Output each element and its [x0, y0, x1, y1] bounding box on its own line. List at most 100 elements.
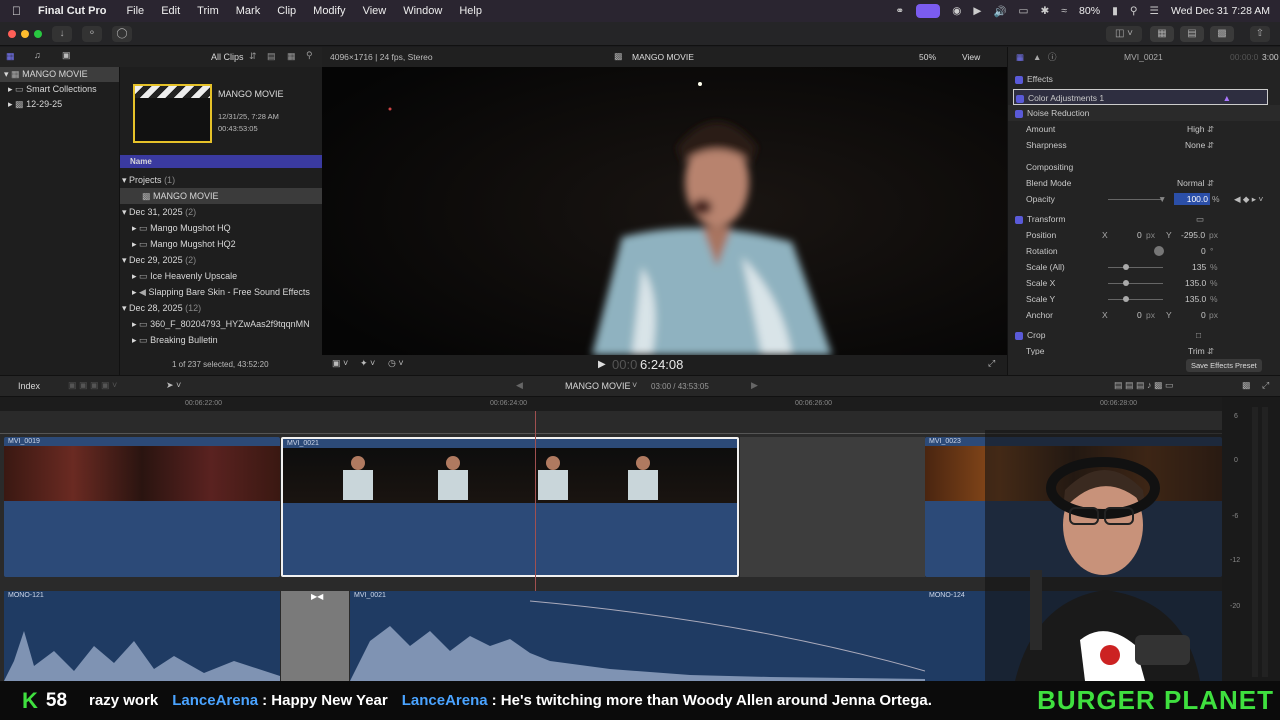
menu-modify[interactable]: Modify — [313, 5, 345, 17]
wifi-icon[interactable]: ≈ — [1061, 5, 1067, 17]
list-item[interactable]: ▸ ▭ 360_F_80204793_HYZwAas2f9tqqnMN — [120, 316, 322, 332]
color-wheel-icon[interactable]: ▲ — [1223, 90, 1231, 106]
audio-meter-icon[interactable]: ⤢ — [1262, 380, 1269, 391]
scale-x-slider[interactable] — [1108, 283, 1163, 284]
opacity-slider[interactable] — [1108, 199, 1163, 200]
checkbox[interactable] — [1015, 331, 1023, 340]
scale-x-field[interactable]: 135.0 — [1185, 275, 1206, 291]
group-dec29[interactable]: ▾ Dec 29, 2025 (2) — [120, 252, 322, 268]
checkbox[interactable] — [1015, 75, 1023, 84]
keywords-icon[interactable]: ⚬ — [82, 26, 102, 42]
column-header-name[interactable]: Name — [120, 155, 322, 168]
filter-chevron-icon[interactable]: ⇵ — [249, 51, 257, 62]
effects-section[interactable]: Effects — [1008, 71, 1280, 87]
rotation-dial[interactable] — [1154, 246, 1164, 256]
video-viewer[interactable] — [322, 67, 1007, 355]
slider-knob[interactable] — [1123, 296, 1129, 302]
effect-noise-reduction[interactable]: Noise Reduction — [1008, 105, 1280, 121]
video-inspector-icon[interactable]: ▦ — [1016, 49, 1024, 65]
share-icon[interactable]: ⇧ — [1250, 26, 1270, 42]
video-clip[interactable]: MVI_0019 — [4, 437, 280, 577]
list-item[interactable]: ▸ ◀ Slapping Bare Skin - Free Sound Effe… — [120, 284, 322, 300]
anchor-y-field[interactable]: 0 — [1201, 307, 1206, 323]
opacity-field[interactable]: 100.0 — [1174, 193, 1210, 205]
zoom-menu[interactable]: 50% — [919, 52, 936, 62]
index-button[interactable]: Index — [18, 381, 40, 391]
menu-window[interactable]: Window — [403, 5, 442, 17]
timecode-display[interactable]: 6:24:08 — [640, 357, 683, 372]
list-item[interactable]: ▸ ▭ Mango Mugshot HQ2 — [120, 236, 322, 252]
slider-knob[interactable] — [1123, 264, 1129, 270]
video-clip-selected[interactable]: MVI_0021 — [281, 437, 739, 577]
photos-audio-icon[interactable]: ♫ — [34, 50, 41, 60]
search-icon[interactable]: ⚲ — [1130, 5, 1138, 17]
transition[interactable]: ▶◀ — [281, 591, 349, 681]
timeline-project[interactable]: MANGO MOVIE — [565, 381, 631, 391]
play-button[interactable]: ▶ — [598, 359, 606, 370]
menu-mark[interactable]: Mark — [236, 5, 260, 17]
save-effects-preset-button[interactable]: Save Effects Preset — [1186, 359, 1262, 372]
menu-clip[interactable]: Clip — [277, 5, 296, 17]
amount-popup[interactable]: High — [1187, 121, 1204, 137]
clip-filter[interactable]: All Clips — [211, 52, 244, 62]
clip-appearance-icon[interactable]: ▩ — [1242, 380, 1251, 391]
control-center-icon[interactable]: ☰ — [1150, 5, 1159, 17]
titles-generators-icon[interactable]: ▣ — [62, 50, 71, 61]
position-y-field[interactable]: -295.0 — [1181, 227, 1205, 243]
menu-trim[interactable]: Trim — [197, 5, 219, 17]
crop-type-popup[interactable]: Trim — [1188, 343, 1205, 355]
clock[interactable]: Wed Dec 31 7:28 AM — [1171, 5, 1270, 17]
info-inspector-icon[interactable]: ⓘ — [1048, 49, 1057, 65]
group-dec28[interactable]: ▾ Dec 28, 2025 (12) — [120, 300, 322, 316]
color-inspector-icon[interactable]: ▲ — [1033, 49, 1041, 65]
group-dec31[interactable]: ▾ Dec 31, 2025 (2) — [120, 204, 322, 220]
disclosure-icon[interactable]: ▸ — [8, 99, 13, 109]
menu-edit[interactable]: Edit — [161, 5, 180, 17]
show-browser-icon[interactable]: ▦ — [1150, 26, 1174, 42]
scale-all-field[interactable]: 135 — [1192, 259, 1206, 275]
filmstrip-view-icon[interactable]: ▦ — [287, 51, 296, 62]
import-icon[interactable]: ↓ — [52, 26, 72, 42]
sync-icon[interactable]: ⚭ — [895, 5, 904, 17]
select-tool-icon[interactable]: ➤ ˅ — [166, 380, 181, 391]
speed-icon[interactable]: ◷ ˅ — [388, 358, 404, 369]
minimize-window-button[interactable] — [21, 30, 29, 38]
transform-section[interactable]: Transform ▭ — [1008, 211, 1280, 227]
position-x-field[interactable]: 0 — [1137, 227, 1142, 243]
audio-clip[interactable]: MONO-121 — [4, 591, 280, 681]
zoom-window-button[interactable] — [34, 30, 42, 38]
enhance-icon[interactable]: ✦ ˅ — [360, 358, 375, 369]
checkbox[interactable] — [1015, 109, 1023, 118]
onscreen-controls-icon[interactable]: ▭ — [1196, 211, 1204, 227]
sidebar-item-smart-collections[interactable]: ▸ ▭ Smart Collections — [0, 82, 119, 97]
search-icon[interactable]: ⚲ — [306, 50, 313, 61]
close-window-button[interactable] — [8, 30, 16, 38]
record-icon[interactable]: ◉ — [952, 5, 961, 17]
library-root[interactable]: ▾ ▦ MANGO MOVIE — [0, 67, 119, 82]
slider-knob-icon[interactable]: ▼ — [1158, 191, 1166, 207]
list-item[interactable]: ▸ ▭ Mango Mugshot HQ — [120, 220, 322, 236]
menu-help[interactable]: Help — [459, 5, 482, 17]
battery-icon[interactable]: ▮ — [1112, 5, 1118, 17]
back-arrow-icon[interactable]: ◀ — [516, 380, 523, 391]
project-thumbnail[interactable] — [133, 84, 212, 143]
scale-y-field[interactable]: 135.0 — [1185, 291, 1206, 307]
fullscreen-icon[interactable]: ⤢ — [988, 358, 995, 369]
menu-file[interactable]: File — [126, 5, 144, 17]
libraries-icon[interactable]: ▦ — [6, 51, 15, 62]
background-tasks-icon[interactable]: ◯ — [112, 26, 132, 42]
disclosure-icon[interactable]: ▾ — [4, 69, 9, 79]
screen-share-icon[interactable] — [916, 4, 941, 18]
effect-color-adjustments[interactable]: Color Adjustments 1 ▲ — [1013, 89, 1268, 105]
timeline-tools-icons[interactable]: ▤ ▤ ▤ ♪ ▩ ▭ — [1114, 380, 1174, 391]
blend-mode-popup[interactable]: Normal — [1177, 175, 1204, 191]
gap-clip[interactable] — [740, 437, 925, 577]
list-item[interactable]: ▸ ▭ Breaking Bulletin — [120, 332, 322, 348]
rotation-field[interactable]: 0 — [1201, 243, 1206, 259]
bluetooth-icon[interactable]: ✱ — [1040, 5, 1049, 17]
scale-slider[interactable] — [1108, 267, 1163, 268]
workspace-menu-icon[interactable]: ◫ ˅ — [1106, 26, 1142, 42]
volume-icon[interactable]: 🔊 — [993, 5, 1006, 18]
slider-knob[interactable] — [1123, 280, 1129, 286]
play-icon[interactable]: ▶ — [973, 5, 981, 17]
